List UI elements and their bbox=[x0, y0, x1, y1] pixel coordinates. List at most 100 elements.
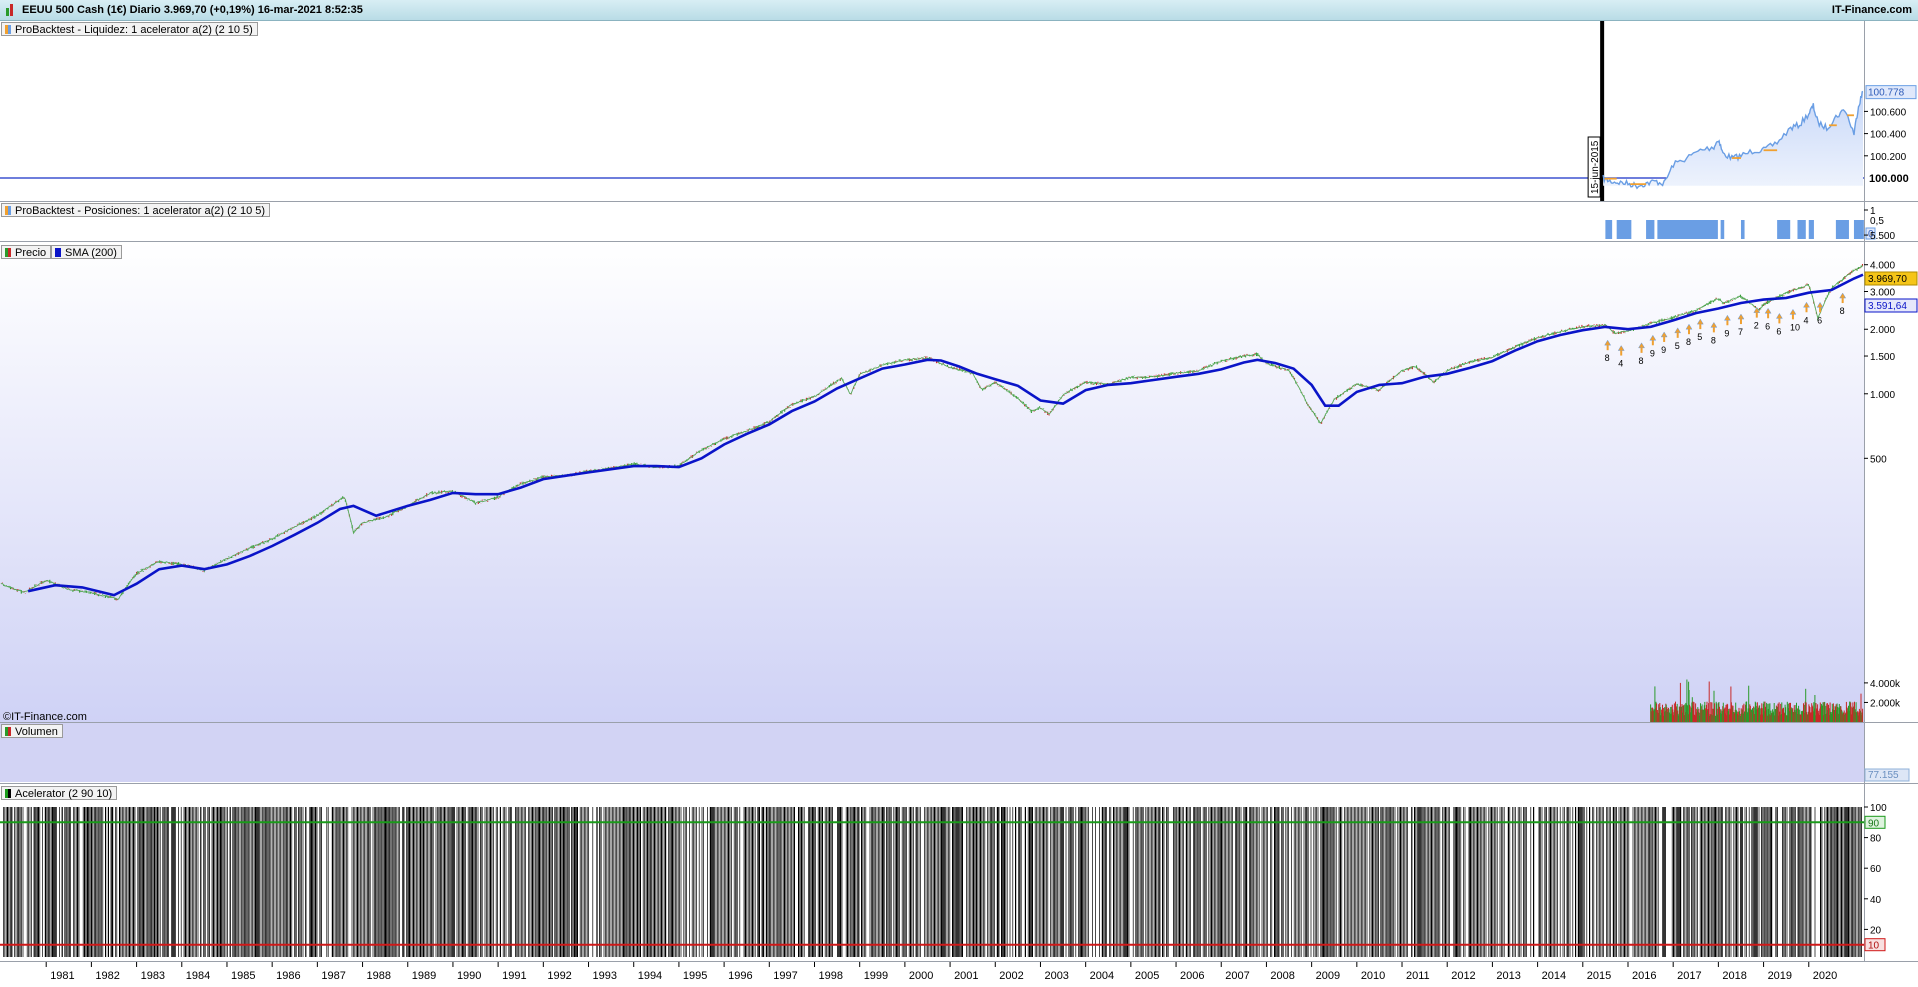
price-tick-label: 500 bbox=[1870, 454, 1887, 465]
x-tick-label: 2001 bbox=[954, 970, 978, 982]
x-tick-label: 1991 bbox=[502, 970, 526, 982]
position-bar bbox=[1629, 220, 1632, 239]
price-tick-label: 1.500 bbox=[1870, 352, 1895, 363]
buy-signal-label: 8 bbox=[1686, 337, 1691, 347]
x-tick-label: 1994 bbox=[638, 970, 662, 982]
position-bar bbox=[1715, 220, 1718, 239]
accelerator-upper-value: 90 bbox=[1868, 818, 1880, 829]
panel-label-price[interactable]: Precio bbox=[1, 245, 52, 259]
x-tick-label: 2005 bbox=[1135, 970, 1159, 982]
position-bar bbox=[1652, 220, 1655, 239]
positions-swatch-icon bbox=[5, 206, 11, 215]
x-tick-label: 2008 bbox=[1270, 970, 1294, 982]
x-tick-label: 1988 bbox=[367, 970, 391, 982]
buy-signal-label: 4 bbox=[1804, 315, 1809, 325]
x-tick-label: 1989 bbox=[412, 970, 436, 982]
x-tick-label: 2019 bbox=[1768, 970, 1792, 982]
position-bar bbox=[1803, 220, 1806, 239]
x-tick-label: 2002 bbox=[999, 970, 1023, 982]
x-tick-label: 2013 bbox=[1496, 970, 1520, 982]
x-tick-label: 1986 bbox=[276, 970, 300, 982]
panel-label-equity[interactable]: ProBacktest - Liquidez: 1 acelerator a(2… bbox=[1, 22, 258, 36]
buy-signal-label: 8 bbox=[1639, 356, 1644, 366]
x-tick-label: 1983 bbox=[141, 970, 165, 982]
accelerator-swatch-icon bbox=[5, 789, 11, 798]
panel-label-sma-text: SMA (200) bbox=[65, 247, 117, 259]
price-tick-label: 2.000 bbox=[1870, 325, 1895, 336]
x-tick-label: 1995 bbox=[683, 970, 707, 982]
panel-label-price-text: Precio bbox=[15, 247, 47, 259]
start-date-marker: 15-jun-2015 bbox=[1587, 136, 1601, 198]
x-tick-label: 2000 bbox=[909, 970, 933, 982]
x-tick-label: 1993 bbox=[593, 970, 617, 982]
buy-signal-label: 9 bbox=[1661, 345, 1666, 355]
accelerator-tick-label: 40 bbox=[1870, 895, 1882, 906]
price-tick-label: 5.500 bbox=[1870, 231, 1895, 242]
panel-label-volume[interactable]: Volumen bbox=[1, 724, 63, 738]
x-tick-label: 2012 bbox=[1451, 970, 1475, 982]
price-panel[interactable] bbox=[0, 242, 1864, 743]
equity-panel[interactable] bbox=[0, 21, 1864, 200]
chart-area[interactable]: 15-jun-2015 100.600 100.400 100.200 100.000 1… bbox=[0, 21, 1918, 987]
brand-name[interactable]: IT-Finance.com bbox=[1832, 4, 1912, 16]
x-tick-label: 1985 bbox=[231, 970, 255, 982]
volume-swatch-icon bbox=[5, 727, 11, 736]
buy-signal-label: 9 bbox=[1724, 328, 1729, 338]
price-tick-label: 3.000 bbox=[1870, 288, 1895, 299]
equity-baseline-label: 100.000 bbox=[1869, 173, 1909, 185]
candlestick-icon bbox=[6, 4, 15, 16]
panel-label-volume-text: Volumen bbox=[15, 726, 58, 738]
buy-signal-label: 7 bbox=[1738, 327, 1743, 337]
volume-tick-label: 2.000k bbox=[1870, 698, 1901, 709]
x-tick-label: 1987 bbox=[321, 970, 345, 982]
buy-signal-label: 5 bbox=[1675, 341, 1680, 351]
panel-label-sma[interactable]: SMA (200) bbox=[51, 245, 122, 259]
buy-signal-label: 4 bbox=[1618, 359, 1623, 369]
x-tick-label: 2020 bbox=[1813, 970, 1837, 982]
x-tick-label: 1997 bbox=[773, 970, 797, 982]
x-tick-label: 1984 bbox=[186, 970, 210, 982]
positions-panel[interactable] bbox=[0, 202, 1864, 240]
x-tick-label: 2007 bbox=[1225, 970, 1249, 982]
accelerator-tick-label: 60 bbox=[1870, 864, 1882, 875]
panel-label-positions[interactable]: ProBacktest - Posiciones: 1 acelerator a… bbox=[1, 203, 271, 217]
equity-tick-label: 100.200 bbox=[1870, 152, 1907, 163]
position-bar bbox=[1811, 220, 1814, 239]
price-swatch-icon bbox=[5, 248, 11, 257]
buy-signal-label: 6 bbox=[1765, 321, 1770, 331]
x-tick-label: 1996 bbox=[728, 970, 752, 982]
accelerator-lower-value: 10 bbox=[1868, 941, 1880, 952]
position-bar bbox=[1722, 220, 1725, 239]
volume-panel[interactable] bbox=[0, 723, 1864, 782]
x-tick-label: 2006 bbox=[1180, 970, 1204, 982]
app-window: EEUU 500 Cash (1€) Diario 3.969,70 (+0,1… bbox=[0, 0, 1918, 987]
buy-signal-label: 9 bbox=[1650, 348, 1655, 358]
x-tick-label: 2003 bbox=[1044, 970, 1068, 982]
panel-label-accelerator[interactable]: Acelerator (2 90 10) bbox=[1, 786, 118, 800]
volume-last-value: 77.155 bbox=[1868, 770, 1899, 781]
buy-signal-label: 8 bbox=[1711, 335, 1716, 345]
x-tick-label: 2009 bbox=[1316, 970, 1340, 982]
position-bar bbox=[1742, 220, 1745, 239]
last-sma-value: 3.591,64 bbox=[1868, 301, 1907, 312]
x-tick-label: 1990 bbox=[457, 970, 481, 982]
panel-label-accelerator-text: Acelerator (2 90 10) bbox=[15, 788, 113, 800]
x-tick-label: 2011 bbox=[1406, 970, 1430, 982]
buy-signal-label: 8 bbox=[1605, 353, 1610, 363]
x-tick-label: 2016 bbox=[1632, 970, 1656, 982]
x-tick-label: 2010 bbox=[1361, 970, 1385, 982]
x-tick-label: 2018 bbox=[1722, 970, 1746, 982]
equity-tick-label: 100.400 bbox=[1870, 130, 1907, 141]
sma-swatch-icon bbox=[55, 248, 61, 257]
equity-tick-label: 100.600 bbox=[1870, 107, 1907, 118]
x-tick-label: 1998 bbox=[818, 970, 842, 982]
equity-last-value: 100.778 bbox=[1868, 88, 1905, 99]
volume-tick-label: 4.000k bbox=[1870, 679, 1901, 690]
x-tick-label: 2015 bbox=[1587, 970, 1611, 982]
x-tick-label: 1982 bbox=[95, 970, 119, 982]
position-bar bbox=[1861, 220, 1864, 239]
buy-signal-label: 8 bbox=[1840, 306, 1845, 316]
buy-signal-label: 6 bbox=[1776, 326, 1781, 336]
buy-signal-label: 10 bbox=[1790, 322, 1800, 332]
copyright-notice: ©IT-Finance.com bbox=[3, 711, 87, 723]
